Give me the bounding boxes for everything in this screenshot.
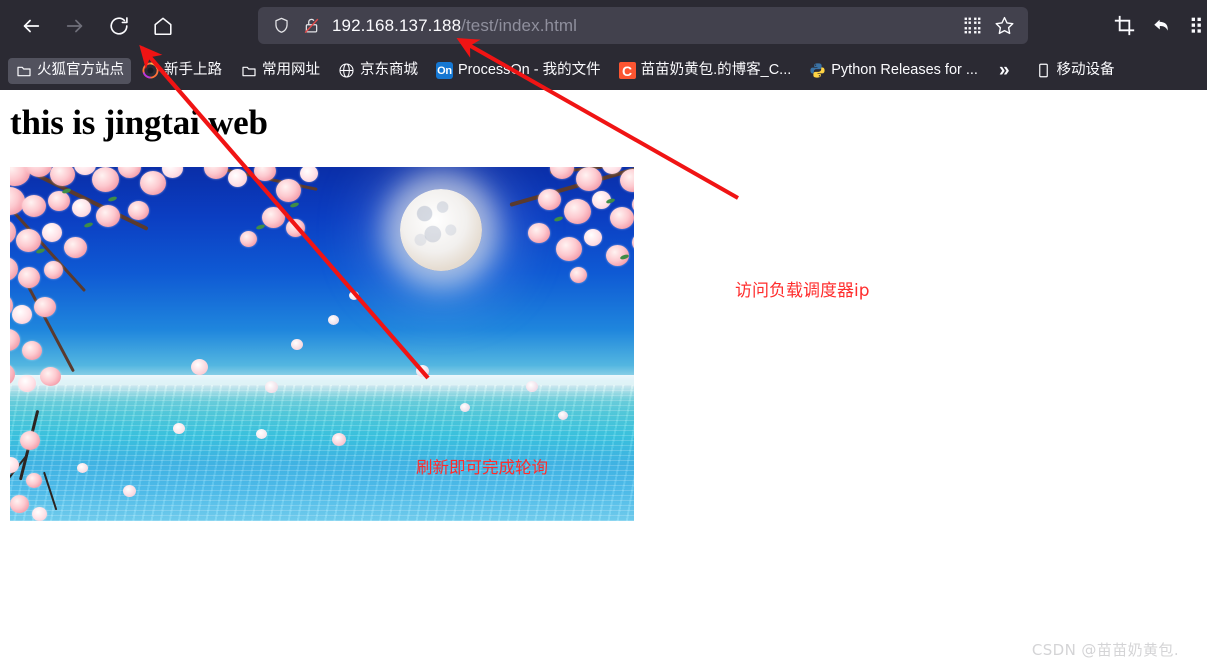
back-button[interactable] [14,9,48,43]
urlbar-actions [956,11,1020,41]
falling-petal [526,381,538,392]
crop-button[interactable] [1107,9,1141,43]
bookmark-label: 火狐官方站点 [37,62,124,78]
falling-petal [349,291,359,300]
falling-petal [256,429,267,439]
crop-icon [1114,15,1135,36]
back-arrow-icon [20,15,42,37]
reload-icon [108,15,130,37]
bookmark-item-jd[interactable]: 京东商城 [331,58,425,84]
bookmarks-overflow-chevron[interactable]: » [999,60,1010,82]
bookmark-item-firefox-official[interactable]: 火狐官方站点 [8,57,131,84]
bookmark-label: ProcessOn - 我的文件 [458,62,601,78]
broken-lock-icon[interactable] [296,11,326,41]
firefox-icon [142,62,159,79]
bookmark-item-csdn-blog[interactable]: C 苗苗奶黄包.的博客_C... [612,58,799,84]
forward-button[interactable] [58,9,92,43]
browser-window: 192.168.137.188/test/index.html 火狐官方站点 新… [0,0,1207,672]
url-text[interactable]: 192.168.137.188/test/index.html [332,16,577,36]
bookmarks-bar: 火狐官方站点 新手上路 常用网址 京东商城 On ProcessOn - 我的文… [0,51,1207,90]
csdn-icon: C [618,62,636,79]
globe-icon [338,62,355,79]
shield-icon[interactable] [266,11,296,41]
bookmark-label: 京东商城 [360,62,418,78]
browser-toolbar: 192.168.137.188/test/index.html [0,0,1207,51]
url-domain: 192.168.137.188 [332,15,462,35]
qr-code-icon[interactable] [956,11,988,41]
forward-arrow-icon [64,15,86,37]
python-icon [809,62,826,79]
falling-petal [291,339,303,350]
star-icon[interactable] [988,11,1020,41]
falling-petal [332,433,346,446]
reload-button[interactable] [102,9,136,43]
page-content: this is jingtai web 刷新即可完成轮询 访问负载调度器ip [0,90,1207,672]
home-icon [152,15,174,37]
folder-icon [15,62,32,79]
page-title: this is jingtai web [10,103,268,142]
falling-petal [558,411,568,420]
blossom-cluster-right [509,167,634,355]
extension-icon [1190,16,1207,36]
falling-petal [191,359,208,375]
moon-graphic [400,189,482,271]
bookmark-item-python-releases[interactable]: Python Releases for ... [802,58,985,84]
bookmark-item-processon[interactable]: On ProcessOn - 我的文件 [429,58,608,84]
blossom-cluster-lower-left [10,409,144,521]
toolbar-right-actions [1103,0,1207,51]
bookmark-label: Python Releases for ... [831,62,978,78]
annotation-polling: 刷新即可完成轮询 [416,458,548,477]
bookmark-label: 移动设备 [1056,62,1115,78]
blossom-cluster-top-middle [199,167,400,307]
annotation-scheduler-ip: 访问负载调度器ip [735,281,870,301]
falling-petal [460,403,470,412]
falling-petal [173,423,185,434]
falling-petal [328,315,339,325]
undo-icon [1151,15,1173,37]
bookmark-item-common-sites[interactable]: 常用网址 [233,58,327,84]
extension-button[interactable] [1183,9,1207,43]
folder-icon [240,62,257,79]
falling-petal [265,381,278,393]
undo-button[interactable] [1145,9,1179,43]
bookmark-label: 苗苗奶黄包.的博客_C... [640,62,792,78]
mobile-device-icon [1035,62,1052,79]
address-bar[interactable]: 192.168.137.188/test/index.html [258,7,1028,44]
bookmark-item-getting-started[interactable]: 新手上路 [135,58,229,84]
processon-icon: On [436,62,453,79]
csdn-watermark: CSDN @苗苗奶黄包. [1031,641,1179,659]
bookmark-label: 新手上路 [164,62,222,78]
home-button[interactable] [146,9,180,43]
falling-petal [416,365,429,377]
url-path: /test/index.html [461,15,578,35]
bookmark-item-mobile-device[interactable]: 移动设备 [1028,58,1122,84]
bookmark-label: 常用网址 [262,62,320,78]
